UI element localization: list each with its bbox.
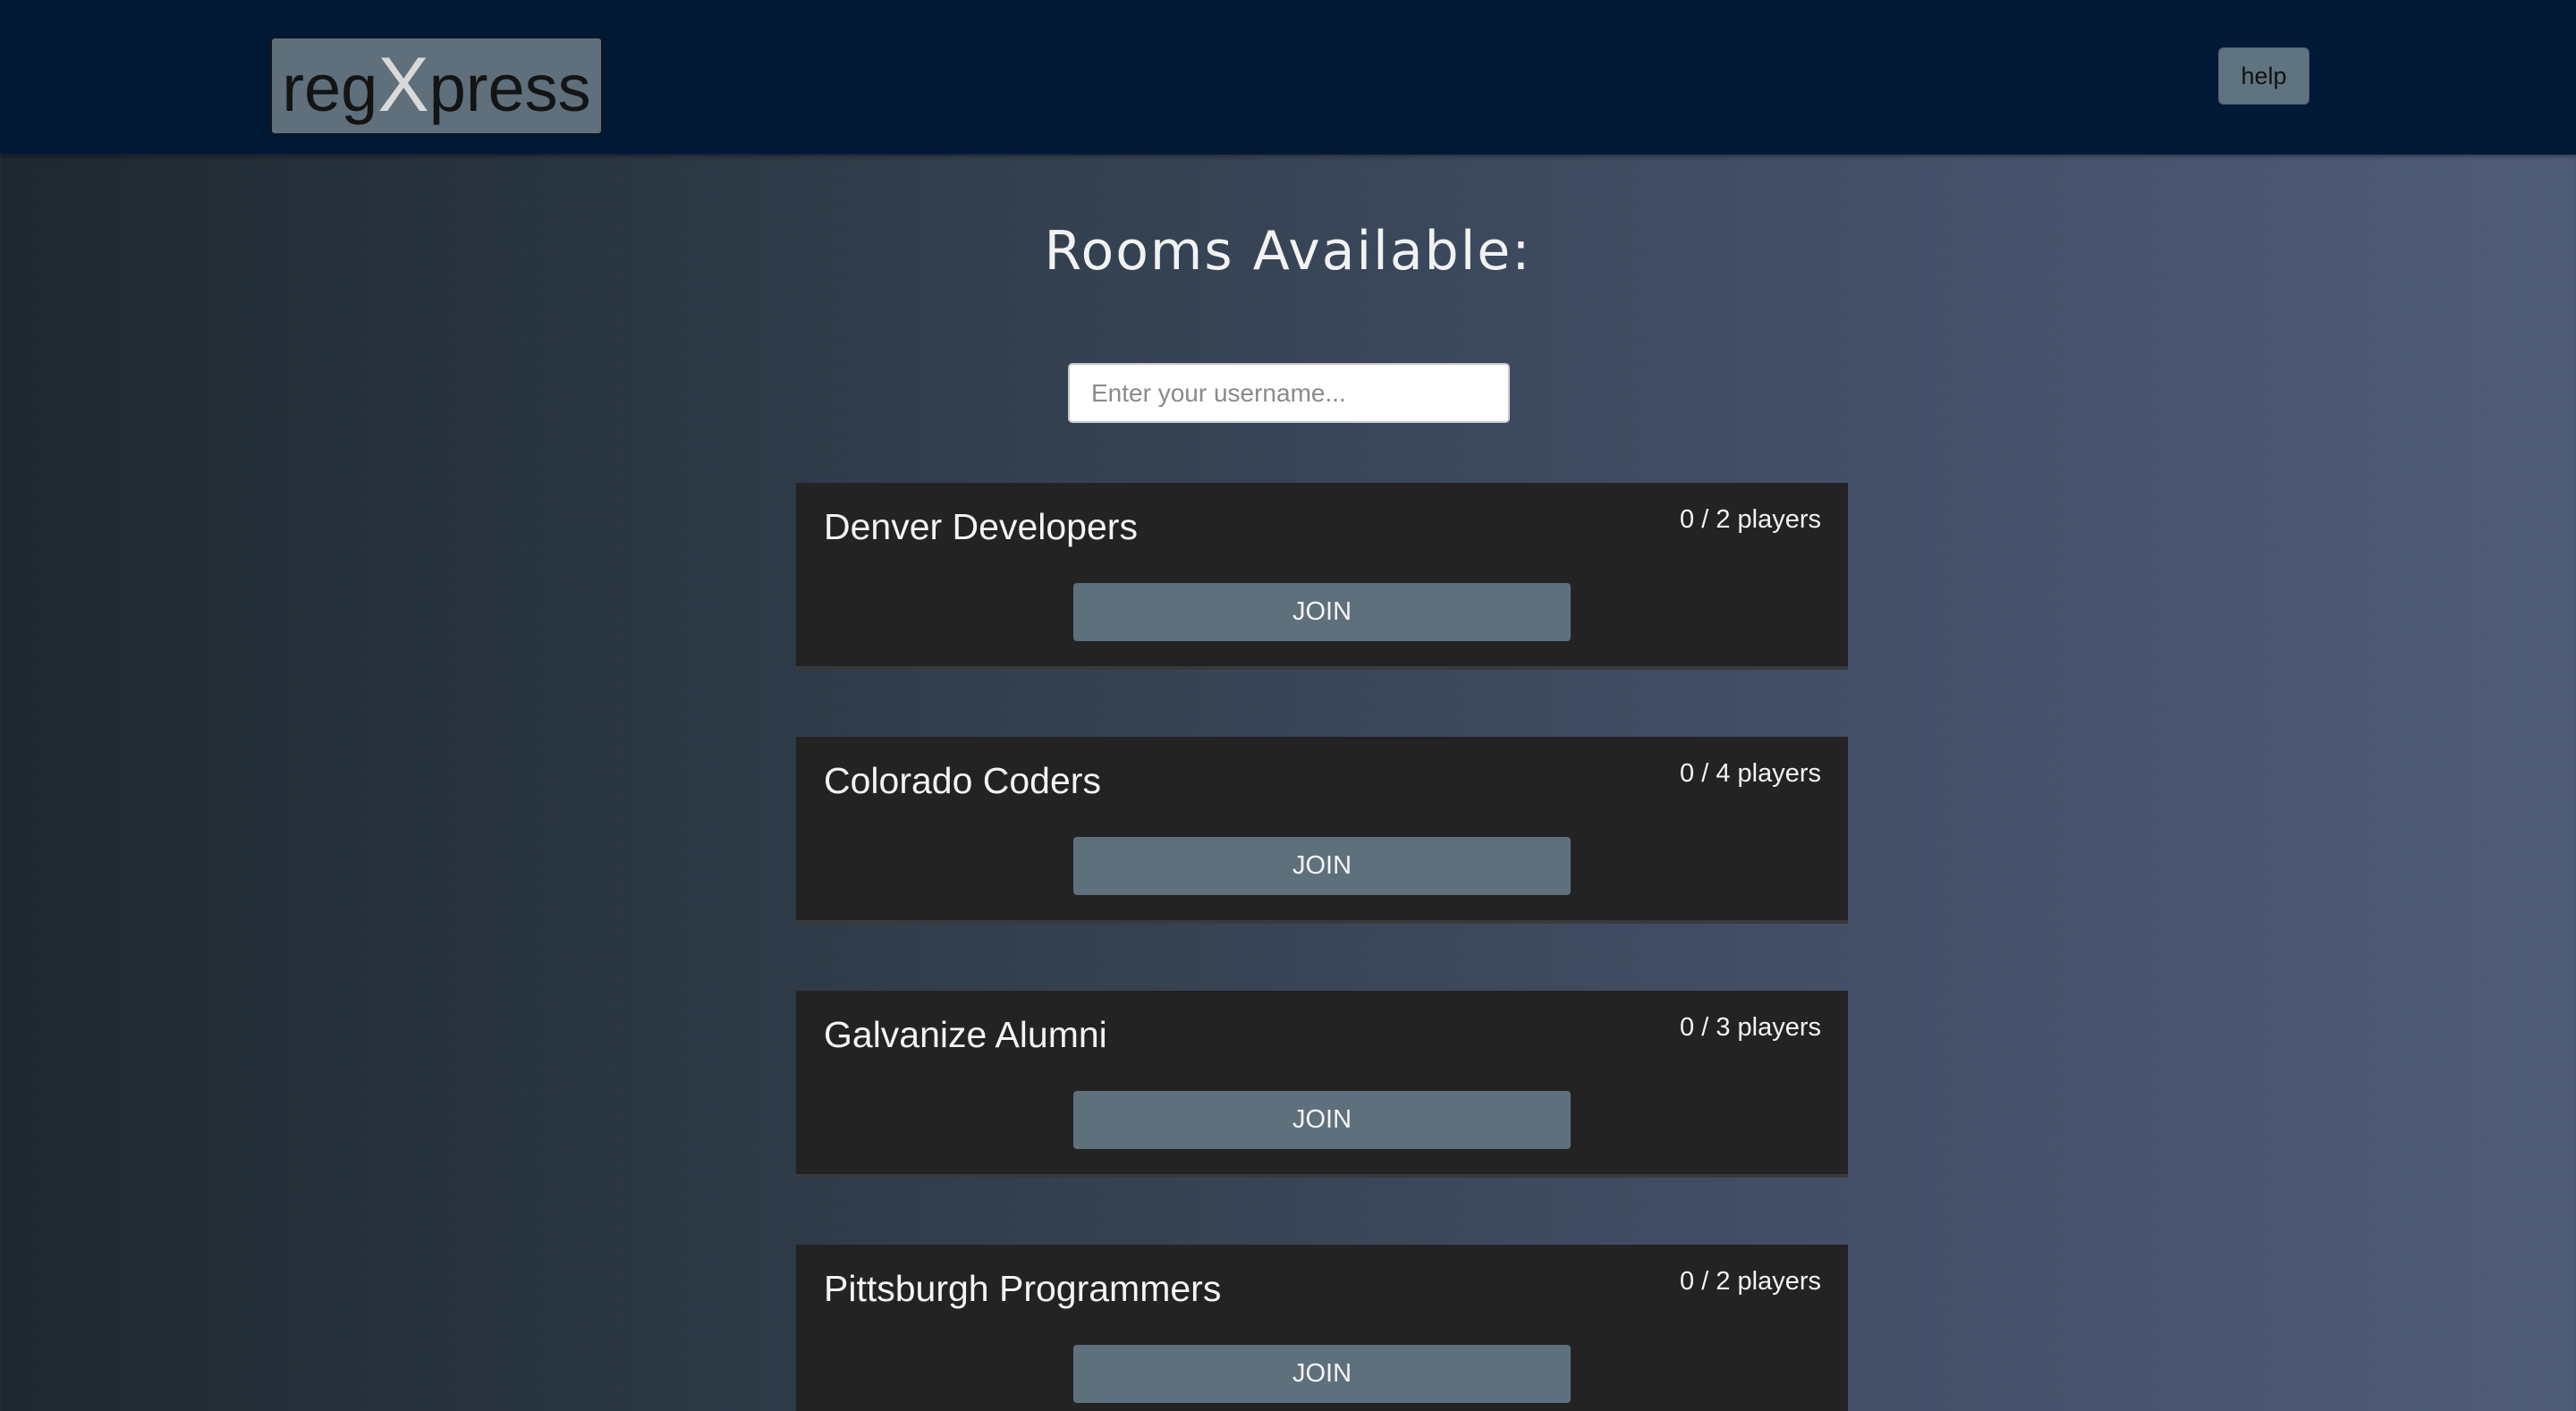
- room-card-pittsburgh-programmers: Pittsburgh Programmers 0 / 2 players JOI…: [796, 1245, 1848, 1411]
- top-navbar: regXpress help: [0, 0, 2576, 155]
- logo-text-reg: reg: [282, 51, 378, 125]
- username-input[interactable]: [1068, 363, 1510, 423]
- join-button[interactable]: JOIN: [1073, 1345, 1571, 1403]
- room-name: Denver Developers: [824, 506, 1138, 547]
- room-name: Pittsburgh Programmers: [824, 1268, 1222, 1309]
- logo-text-x: X: [377, 42, 429, 128]
- join-button[interactable]: JOIN: [1073, 1091, 1571, 1149]
- room-player-count: 0 / 2 players: [1680, 1267, 1821, 1296]
- help-button[interactable]: help: [2218, 47, 2309, 105]
- room-card-denver-developers: Denver Developers 0 / 2 players JOIN: [796, 483, 1848, 670]
- room-card-galvanize-alumni: Galvanize Alumni 0 / 3 players JOIN: [796, 991, 1848, 1178]
- room-player-count: 0 / 2 players: [1680, 505, 1821, 534]
- room-player-count: 0 / 3 players: [1680, 1013, 1821, 1042]
- room-card-colorado-coders: Colorado Coders 0 / 4 players JOIN: [796, 737, 1848, 924]
- join-button[interactable]: JOIN: [1073, 583, 1571, 641]
- room-name: Galvanize Alumni: [824, 1014, 1107, 1055]
- regxpress-logo[interactable]: regXpress: [269, 36, 604, 136]
- room-name: Colorado Coders: [824, 760, 1101, 801]
- logo-text-press: press: [428, 51, 591, 125]
- page-title: Rooms Available:: [1044, 220, 1532, 283]
- room-player-count: 0 / 4 players: [1680, 759, 1821, 788]
- join-button[interactable]: JOIN: [1073, 837, 1571, 895]
